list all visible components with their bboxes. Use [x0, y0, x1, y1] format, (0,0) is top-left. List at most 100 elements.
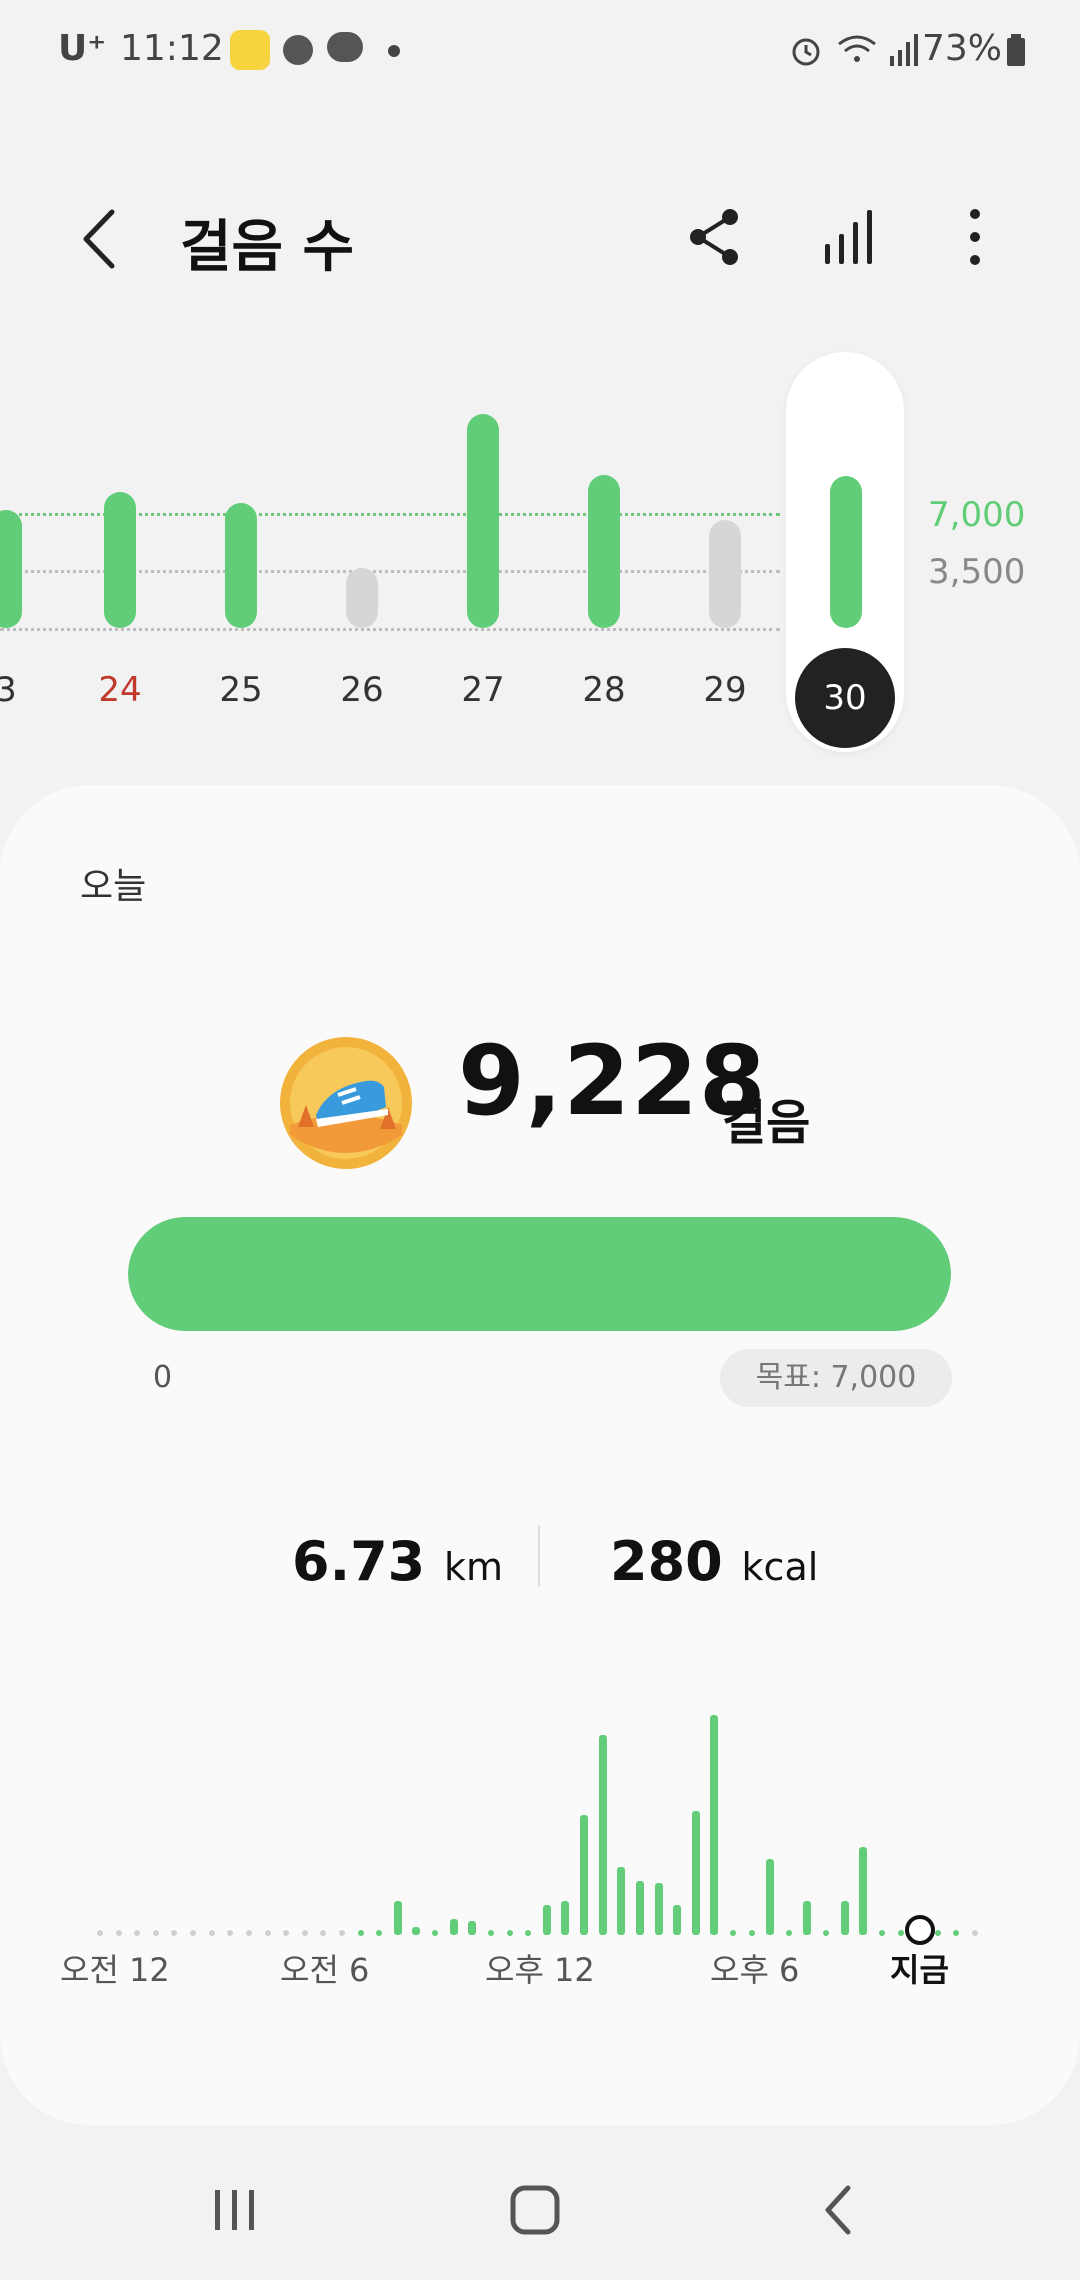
page-title: 걸음 수: [180, 215, 355, 280]
week-bar-day-25[interactable]: [225, 503, 257, 628]
progress-start-label: 0: [153, 1360, 173, 1395]
distance-value: 6.73: [292, 1530, 426, 1593]
hourly-bar: [859, 1847, 868, 1935]
current-time-marker: [905, 1915, 935, 1945]
week-bar-day-27[interactable]: [467, 414, 499, 628]
hourly-empty-dot: [264, 1930, 271, 1936]
trends-chart-button[interactable]: [815, 202, 885, 272]
hourly-low-dot: [897, 1930, 904, 1936]
hourly-steps-chart: 오전 12 오전 6 오후 12 오후 6 지금: [60, 1715, 980, 2065]
hourly-bar: [561, 1901, 570, 1935]
week-day-label[interactable]: 29: [685, 670, 765, 710]
hourly-bar: [449, 1919, 458, 1935]
hourly-empty-dot: [227, 1930, 234, 1936]
week-bar-day-24[interactable]: [104, 491, 136, 628]
status-bar: U⁺ 11:12 73%: [0, 0, 1080, 100]
week-bar-day-3[interactable]: [0, 509, 22, 628]
steps-progress-bar: [128, 1217, 951, 1331]
app-bar: 걸음 수: [0, 180, 1080, 300]
hourly-bar: [580, 1815, 589, 1935]
hourly-bar: [766, 1859, 775, 1935]
hour-axis-label: 오전 6: [280, 1951, 370, 1989]
hourly-bar: [468, 1921, 477, 1935]
hourly-bar: [598, 1735, 607, 1935]
hourly-bar: [654, 1883, 663, 1935]
weekly-steps-chart: 7,000 3,500 3 24 25 26 27 28 29 30: [0, 330, 1080, 780]
hourly-empty-dot: [283, 1930, 290, 1936]
week-day-label[interactable]: 27: [443, 670, 523, 710]
week-day-label[interactable]: 3: [0, 670, 46, 710]
hourly-low-dot: [376, 1930, 383, 1936]
week-bar-day-30[interactable]: [830, 476, 862, 628]
hourly-low-dot: [934, 1930, 941, 1936]
hour-axis-label: 오후 6: [710, 1951, 800, 1989]
goal-badge[interactable]: 목표: 7,000: [720, 1349, 952, 1407]
steps-progress-fill: [128, 1217, 951, 1331]
stats-divider: [538, 1525, 540, 1587]
week-day-label[interactable]: 25: [201, 670, 281, 710]
wifi-icon: [838, 35, 876, 62]
more-options-button[interactable]: [950, 202, 1000, 272]
back-button[interactable]: [70, 204, 130, 274]
hour-axis-label: 오전 12: [60, 1951, 170, 1989]
week-bar-day-26[interactable]: [346, 568, 378, 628]
week-day-label[interactable]: 26: [322, 670, 402, 710]
hourly-bar: [691, 1811, 700, 1935]
week-bar-day-28[interactable]: [588, 475, 620, 628]
hourly-empty-dot: [134, 1930, 141, 1936]
hourly-low-dot: [506, 1930, 513, 1936]
steps-unit-label: 걸음: [722, 1095, 811, 1151]
calories-stat: 280 kcal: [610, 1530, 818, 1593]
alarm-icon: [792, 38, 820, 66]
recent-apps-button[interactable]: [205, 2180, 265, 2240]
hourly-empty-dot: [171, 1930, 178, 1936]
hourly-bar: [617, 1867, 626, 1935]
hourly-bar: [393, 1901, 402, 1935]
signal-icon: [890, 34, 918, 66]
calories-unit: kcal: [741, 1545, 819, 1589]
today-stats: 6.73 km 280 kcal: [0, 1510, 1080, 1610]
hourly-low-dot: [785, 1930, 792, 1936]
hourly-empty-dot: [339, 1930, 346, 1936]
battery-percent: 73%: [921, 28, 1002, 69]
hourly-bar: [673, 1905, 682, 1935]
carrier-label: U⁺: [58, 28, 107, 69]
battery-icon: [1007, 34, 1025, 66]
hourly-bar: [635, 1881, 644, 1935]
goal-axis-label: 7,000: [928, 495, 1026, 535]
hourly-bar: [803, 1901, 812, 1935]
hour-axis-label: 오후 12: [485, 1951, 595, 1989]
hourly-empty-dot: [115, 1930, 122, 1936]
more-notifications-icon: [388, 45, 400, 57]
hourly-empty-dot: [972, 1930, 978, 1936]
half-goal-axis-label: 3,500: [928, 552, 1026, 592]
selected-day-label[interactable]: 30: [795, 648, 895, 748]
home-button[interactable]: [505, 2180, 565, 2240]
distance-unit: km: [444, 1545, 504, 1589]
baseline-gridline: [0, 628, 780, 631]
calories-value: 280: [610, 1530, 723, 1593]
hourly-empty-dot: [320, 1930, 327, 1936]
clock: 11:12: [120, 28, 224, 69]
notification-app-icon: [230, 30, 270, 70]
hourly-bar: [542, 1905, 551, 1935]
today-steps-value: 9,228: [458, 1025, 767, 1137]
hourly-bar: [840, 1901, 849, 1935]
hourly-empty-dot: [152, 1930, 159, 1936]
hourly-bar: [710, 1715, 719, 1935]
week-day-label[interactable]: 28: [564, 670, 644, 710]
notification-coffee-icon: [283, 35, 313, 65]
hourly-low-dot: [525, 1930, 532, 1936]
week-day-label[interactable]: 24: [80, 670, 160, 710]
system-back-button[interactable]: [810, 2180, 870, 2240]
goal-achieved-badge-icon: [280, 1037, 412, 1169]
system-navigation-bar: [0, 2150, 1080, 2280]
hourly-low-dot: [878, 1930, 885, 1936]
hourly-low-dot: [487, 1930, 494, 1936]
today-summary-card: 오늘 9,228 걸음 0 목표: 7,000 6.73 km 280 kcal…: [0, 785, 1080, 2125]
distance-stat: 6.73 km: [292, 1530, 503, 1593]
week-bar-day-29[interactable]: [709, 519, 741, 628]
hourly-low-dot: [432, 1930, 439, 1936]
share-button[interactable]: [680, 202, 750, 272]
hourly-empty-dot: [301, 1930, 308, 1936]
